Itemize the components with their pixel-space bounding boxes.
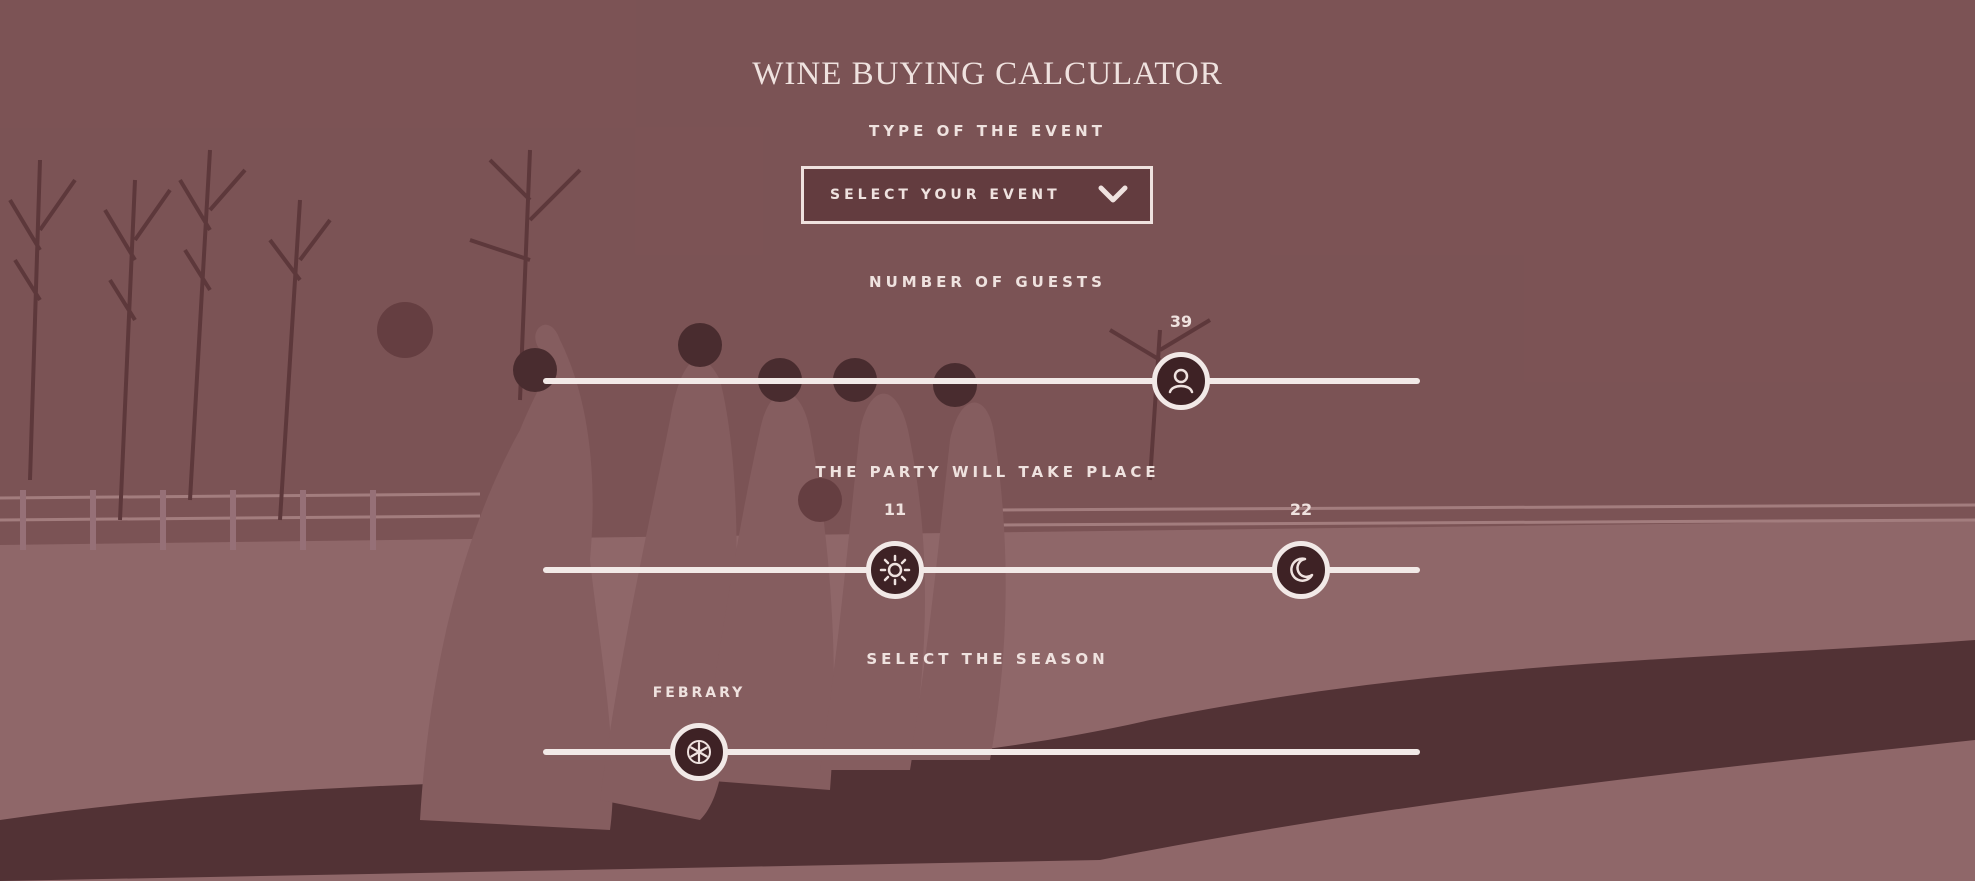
party-end-thumb[interactable] [1272,541,1330,599]
snowflake-icon [687,740,711,764]
sun-icon [879,554,911,586]
guests-slider-thumb[interactable] [1152,352,1210,410]
event-type-label: TYPE OF THE EVENT [869,122,1106,140]
party-time-label: THE PARTY WILL TAKE PLACE [815,463,1160,481]
moon-icon [1290,557,1314,582]
party-start-value: 11 [883,500,907,519]
page-title: WINE BUYING CALCULATOR [752,56,1223,92]
guests-label: NUMBER OF GUESTS [869,273,1106,291]
season-label: SELECT THE SEASON [866,650,1109,668]
party-end-value: 22 [1289,500,1313,519]
guests-slider-track[interactable] [543,378,1420,384]
party-start-thumb[interactable] [866,541,924,599]
person-icon [1168,368,1194,394]
guests-value: 39 [1169,312,1193,331]
event-select-dropdown[interactable]: SELECT YOUR EVENT [801,166,1153,224]
chevron-down-icon [1098,185,1128,203]
season-slider-thumb[interactable] [670,723,728,781]
event-select-placeholder: SELECT YOUR EVENT [830,187,1061,203]
season-value: FEBRARY [652,685,746,701]
